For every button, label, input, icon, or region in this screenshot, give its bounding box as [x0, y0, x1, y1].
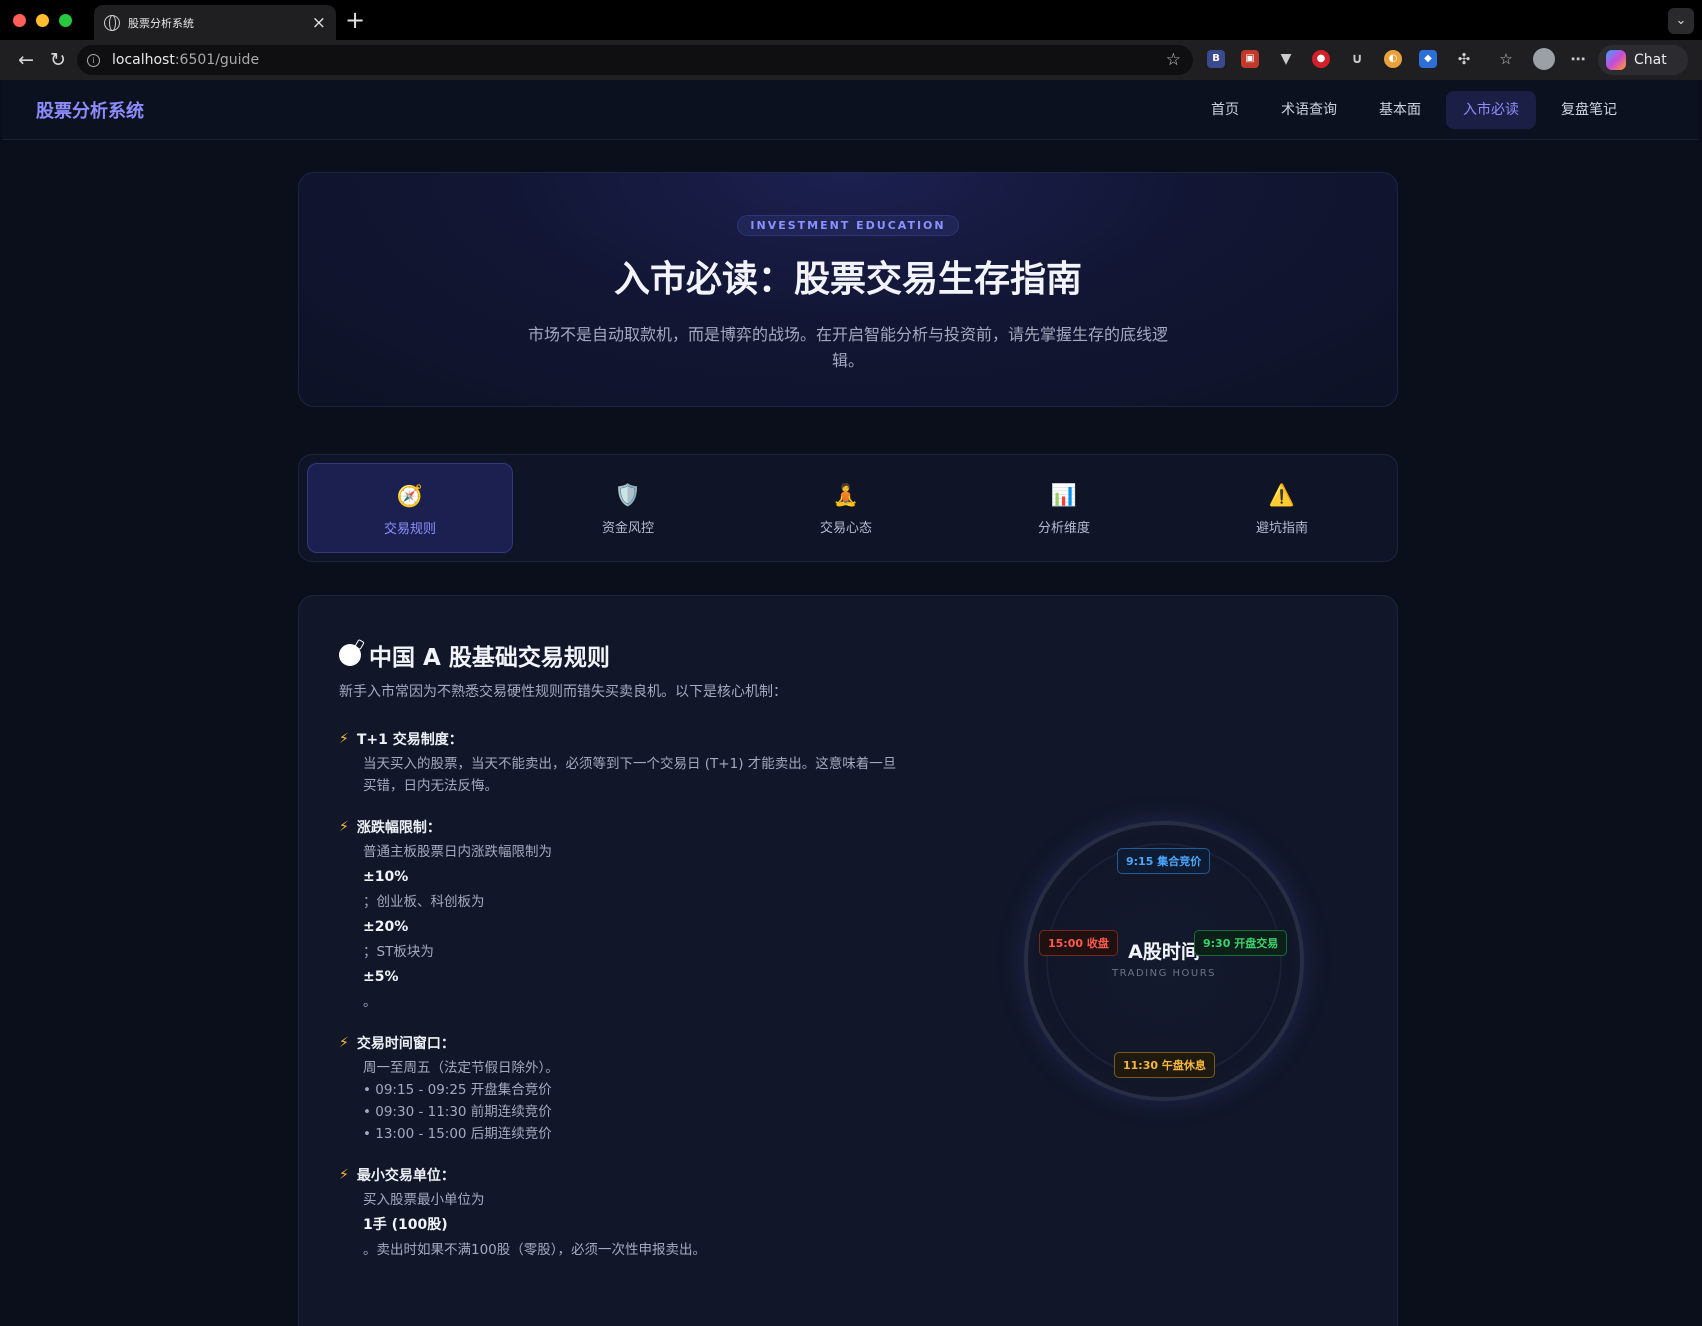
rule-min-unit: ⚡ 最小交易单位： 买入股票最小单位为 1手 (100股) 。卖出时如果不满100… — [339, 1165, 939, 1261]
rule-description: 周一至周五（法定节假日除外）。 • 09:15 - 09:25 开盘集合竞价 •… — [363, 1060, 559, 1142]
rule-title: ⚡ T+1 交易制度： — [339, 731, 463, 748]
favorites-icon[interactable]: ☆ — [1497, 50, 1515, 68]
extension-blue-icon[interactable]: ◆ — [1419, 50, 1437, 68]
nav-review-notes[interactable]: 复盘笔记 — [1544, 91, 1634, 129]
hero-subtitle: 市场不是自动取款机，而是博弈的战场。在开启智能分析与投资前，请先掌握生存的底线逻… — [527, 325, 1168, 370]
meditation-icon: 🧘 — [832, 483, 860, 507]
shield-icon: 🛡️ — [614, 483, 642, 507]
rule-title: ⚡ 最小交易单位： — [339, 1167, 455, 1184]
close-window-button[interactable] — [13, 13, 26, 27]
tab-label: 交易规则 — [383, 522, 436, 537]
browser-tab-bar: 股票分析系统 × + ⌄ — [0, 0, 1702, 40]
tab-menu-chevron-icon[interactable]: ⌄ — [1668, 8, 1694, 34]
browser-tab[interactable]: 股票分析系统 × — [94, 5, 336, 40]
lightning-icon: ⚡ — [339, 731, 349, 747]
rule-title: ⚡ 涨跌幅限制： — [339, 819, 441, 836]
site-info-icon[interactable]: i — [87, 53, 100, 67]
extension-red-icon[interactable]: ▣ — [1241, 50, 1259, 68]
main-nav: 首页 术语查询 基本面 入市必读 复盘笔记 — [1194, 91, 1634, 129]
extensions-puzzle-icon[interactable]: ✣ — [1455, 50, 1473, 68]
nav-home[interactable]: 首页 — [1194, 91, 1256, 129]
tab-label: 资金风控 — [601, 521, 654, 536]
profile-avatar[interactable] — [1533, 48, 1555, 70]
clock-mark-auction: 9:15 集合竞价 — [1117, 848, 1211, 874]
section-title: 中国 A 股基础交易规则 — [339, 638, 610, 672]
stopwatch-icon — [339, 644, 361, 666]
copilot-icon — [1606, 50, 1626, 70]
tab-pitfalls[interactable]: ⚠️ 避坑指南 — [1179, 463, 1385, 553]
browser-tab-title: 股票分析系统 — [128, 16, 194, 30]
rule-title: ⚡ 交易时间窗口： — [339, 1035, 455, 1052]
rule-trading-hours: ⚡ 交易时间窗口： 周一至周五（法定节假日除外）。 • 09:15 - 09:25… — [339, 1033, 939, 1145]
tab-analysis[interactable]: 📊 分析维度 — [961, 463, 1167, 553]
bookmark-star-icon[interactable]: ☆ — [1166, 50, 1181, 70]
tab-risk-control[interactable]: 🛡️ 资金风控 — [525, 463, 731, 553]
brand-logo[interactable]: 股票分析系统 — [36, 97, 144, 123]
tab-label: 交易心态 — [819, 521, 872, 536]
section-intro: 新手入市常因为不熟悉交易硬性规则而错失买卖良机。以下是核心机制： — [339, 684, 787, 700]
new-tab-button[interactable]: + — [345, 6, 365, 34]
extension-magnet-icon[interactable]: ∪ — [1348, 50, 1366, 68]
nav-glossary[interactable]: 术语查询 — [1264, 91, 1354, 129]
rule-price-limit: ⚡ 涨跌幅限制： 普通主板股票日内涨跌幅限制为 ±10% ；创业板、科创板为 ±2… — [339, 817, 939, 1013]
url-text: localhost:6501/guide — [112, 52, 260, 68]
nav-fundamentals[interactable]: 基本面 — [1362, 91, 1438, 129]
close-tab-icon[interactable]: × — [312, 13, 326, 33]
minimize-window-button[interactable] — [36, 13, 49, 27]
clock-mark-lunch: 11:30 午盘休息 — [1114, 1052, 1215, 1078]
rules-list: ⚡ T+1 交易制度： 当天买入的股票，当天不能卖出，必须等到下一个交易日 (T+… — [339, 729, 939, 1281]
rule-t1: ⚡ T+1 交易制度： 当天买入的股票，当天不能卖出，必须等到下一个交易日 (T+… — [339, 729, 939, 797]
back-arrow-icon[interactable]: ← — [10, 49, 42, 71]
maximize-window-button[interactable] — [59, 13, 72, 27]
extension-color-icon[interactable]: ◐ — [1384, 50, 1402, 68]
reload-icon[interactable]: ↻ — [42, 49, 74, 71]
app-viewport: 股票分析系统 首页 术语查询 基本面 入市必读 复盘笔记 INVESTMENT … — [2, 80, 1698, 1326]
extension-b-icon[interactable]: B — [1207, 50, 1225, 68]
compass-icon: 🧭 — [396, 484, 424, 508]
more-menu-icon[interactable]: ⋯ — [1569, 50, 1587, 68]
clock-subtitle: TRADING HOURS — [1111, 968, 1217, 979]
nav-guide[interactable]: 入市必读 — [1446, 91, 1536, 129]
rule-description: 当天买入的股票，当天不能卖出，必须等到下一个交易日 (T+1) 才能卖出。这意味… — [363, 756, 897, 794]
chat-button[interactable]: Chat — [1598, 45, 1688, 75]
window-controls — [13, 13, 72, 27]
clock-mark-close: 15:00 收盘 — [1039, 930, 1118, 956]
page-title: 入市必读：股票交易生存指南 — [613, 259, 1082, 300]
globe-icon — [104, 14, 120, 31]
rule-description: 买入股票最小单位为 1手 (100股) 。卖出时如果不满100股（零股），必须一… — [363, 1192, 707, 1258]
rule-description: 普通主板股票日内涨跌幅限制为 ±10% ；创业板、科创板为 ±20% ；ST板块… — [363, 844, 552, 1010]
tab-label: 避坑指南 — [1255, 521, 1308, 536]
address-bar[interactable]: i localhost:6501/guide ☆ — [77, 45, 1193, 75]
hero-banner: INVESTMENT EDUCATION 入市必读：股票交易生存指南 市场不是自… — [298, 172, 1398, 407]
bar-chart-icon: 📊 — [1050, 483, 1078, 507]
tab-trading-rules[interactable]: 🧭 交易规则 — [307, 463, 513, 553]
guide-tabs: 🧭 交易规则 🛡️ 资金风控 🧘 交易心态 📊 分析维度 ⚠️ 避坑指南 — [298, 454, 1398, 562]
app-navbar: 股票分析系统 首页 术语查询 基本面 入市必读 复盘笔记 — [2, 80, 1698, 140]
browser-toolbar: ← ↻ i localhost:6501/guide ☆ B ▣ ▼ ● ∪ ◐… — [0, 40, 1702, 80]
rules-panel: 中国 A 股基础交易规则 新手入市常因为不熟悉交易硬性规则而错失买卖良机。以下是… — [298, 595, 1398, 1326]
clock-mark-open: 9:30 开盘交易 — [1194, 930, 1288, 956]
hero-badge: INVESTMENT EDUCATION — [737, 215, 959, 236]
lightning-icon: ⚡ — [339, 1035, 349, 1051]
lightning-icon: ⚡ — [339, 1167, 349, 1183]
lightning-icon: ⚡ — [339, 819, 349, 835]
extension-stop-icon[interactable]: ● — [1312, 50, 1330, 68]
tab-mindset[interactable]: 🧘 交易心态 — [743, 463, 949, 553]
warning-icon: ⚠️ — [1268, 483, 1296, 507]
extension-v-icon[interactable]: ▼ — [1277, 50, 1295, 68]
chat-label: Chat — [1634, 52, 1667, 68]
tab-label: 分析维度 — [1037, 521, 1090, 536]
trading-hours-clock: A股时间 TRADING HOURS 9:15 集合竞价 9:30 开盘交易 1… — [1024, 821, 1304, 1101]
